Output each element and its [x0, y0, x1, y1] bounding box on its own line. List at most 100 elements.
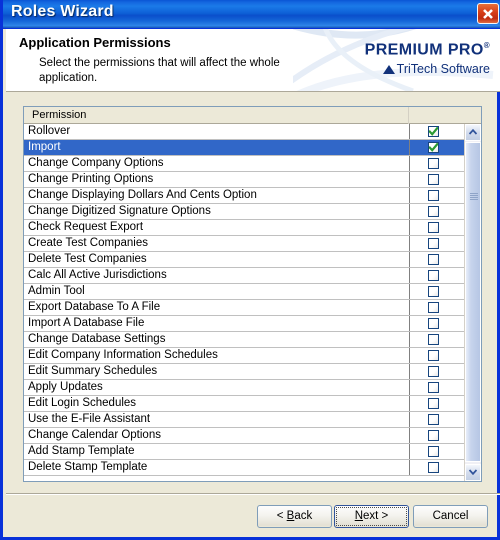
table-row[interactable]: Export Database To A File	[24, 300, 465, 316]
permission-checkbox-cell[interactable]	[410, 220, 465, 235]
grid-header-row: Permission	[24, 107, 481, 124]
page-subtitle: Select the permissions that will affect …	[39, 57, 280, 84]
table-row[interactable]: Edit Login Schedules	[24, 396, 465, 412]
wizard-header: PREMIUM PRO® TriTech Software Applicatio…	[6, 29, 500, 91]
permission-checkbox-cell[interactable]	[410, 380, 465, 395]
permission-checkbox[interactable]	[428, 318, 439, 329]
permission-checkbox[interactable]	[428, 398, 439, 409]
permission-checkbox[interactable]	[428, 462, 439, 473]
permission-checkbox-cell[interactable]	[410, 412, 465, 427]
permission-checkbox[interactable]	[428, 286, 439, 297]
permission-checkbox[interactable]	[428, 190, 439, 201]
permission-checkbox-cell[interactable]	[410, 460, 465, 475]
permission-checkbox-cell[interactable]	[410, 140, 465, 155]
brand-logo: PREMIUM PRO® TriTech Software	[293, 29, 500, 91]
table-row[interactable]: Change Displaying Dollars And Cents Opti…	[24, 188, 465, 204]
permission-name: Change Displaying Dollars And Cents Opti…	[28, 189, 257, 201]
permission-name: Use the E-File Assistant	[28, 413, 151, 425]
permission-checkbox[interactable]	[428, 254, 439, 265]
permission-checkbox[interactable]	[428, 222, 439, 233]
table-row[interactable]: Delete Test Companies	[24, 252, 465, 268]
table-row[interactable]: Calc All Active Jurisdictions	[24, 268, 465, 284]
table-row[interactable]: Rollover	[24, 124, 465, 140]
table-row[interactable]: Add Stamp Template	[24, 444, 465, 460]
permission-name: Change Printing Options	[28, 173, 154, 185]
permission-checkbox[interactable]	[428, 414, 439, 425]
permission-name: Apply Updates	[28, 381, 103, 393]
column-header-permission[interactable]: Permission	[24, 107, 409, 124]
table-row[interactable]: Import	[24, 140, 465, 156]
scrollbar-thumb[interactable]	[465, 142, 481, 462]
grid-body: Rollover Import Change Company Options Chan…	[24, 124, 465, 481]
permission-checkbox-cell[interactable]	[410, 284, 465, 299]
permission-checkbox-cell[interactable]	[410, 156, 465, 171]
close-x-icon	[483, 9, 493, 19]
permission-checkbox[interactable]	[428, 158, 439, 169]
permission-name: Check Request Export	[28, 221, 144, 233]
permission-name: Rollover	[28, 125, 71, 137]
permission-checkbox[interactable]	[428, 238, 439, 249]
permission-checkbox[interactable]	[428, 206, 439, 217]
column-header-checkbox[interactable]	[409, 107, 481, 124]
logo-tagline-text: TriTech Software	[396, 62, 490, 76]
scroll-up-button[interactable]	[465, 124, 481, 141]
roles-wizard-window: Roles Wizard PREMIUM PRO® TriTech Softwa…	[0, 0, 500, 540]
permission-checkbox-cell[interactable]	[410, 332, 465, 347]
cancel-button[interactable]: Cancel	[413, 505, 488, 528]
header-divider	[6, 91, 500, 92]
table-row[interactable]: Import A Database File	[24, 316, 465, 332]
permission-checkbox-cell[interactable]	[410, 396, 465, 411]
permission-checkbox-cell[interactable]	[410, 188, 465, 203]
permission-checkbox[interactable]	[428, 430, 439, 441]
permission-checkbox-cell[interactable]	[410, 364, 465, 379]
close-button[interactable]	[477, 3, 499, 24]
permission-checkbox[interactable]	[428, 270, 439, 281]
table-row[interactable]: Use the E-File Assistant	[24, 412, 465, 428]
triangle-up-icon	[382, 65, 395, 74]
permission-checkbox-cell[interactable]	[410, 236, 465, 251]
table-row[interactable]: Change Company Options	[24, 156, 465, 172]
permission-checkbox[interactable]	[428, 302, 439, 313]
permission-checkbox[interactable]	[428, 350, 439, 361]
permission-checkbox[interactable]	[428, 174, 439, 185]
table-row[interactable]: Change Digitized Signature Options	[24, 204, 465, 220]
table-row[interactable]: Admin Tool	[24, 284, 465, 300]
table-row[interactable]: Apply Updates	[24, 380, 465, 396]
permission-checkbox-cell[interactable]	[410, 204, 465, 219]
permission-checkbox-cell[interactable]	[410, 172, 465, 187]
grid-vertical-scrollbar[interactable]	[464, 124, 481, 481]
permission-name: Create Test Companies	[28, 237, 148, 249]
permission-checkbox-cell[interactable]	[410, 252, 465, 267]
permission-name: Delete Stamp Template	[28, 461, 148, 473]
permission-checkbox-cell[interactable]	[410, 124, 465, 139]
permission-checkbox[interactable]	[428, 334, 439, 345]
permission-checkbox-cell[interactable]	[410, 268, 465, 283]
table-row[interactable]: Edit Summary Schedules	[24, 364, 465, 380]
swoosh-decoration-icon	[293, 29, 494, 91]
permission-checkbox-cell[interactable]	[410, 300, 465, 315]
permission-checkbox[interactable]	[428, 126, 439, 137]
permission-name: Edit Login Schedules	[28, 397, 137, 409]
permission-checkbox[interactable]	[428, 366, 439, 377]
permission-checkbox[interactable]	[428, 142, 439, 153]
permission-checkbox-cell[interactable]	[410, 444, 465, 459]
permission-checkbox[interactable]	[428, 382, 439, 393]
table-row[interactable]: Change Calendar Options	[24, 428, 465, 444]
back-button[interactable]: < Back	[257, 505, 332, 528]
scroll-down-button[interactable]	[465, 464, 481, 481]
table-row[interactable]: Create Test Companies	[24, 236, 465, 252]
next-button[interactable]: Next >	[334, 505, 409, 528]
checkmark-icon	[429, 127, 438, 136]
window-titlebar: Roles Wizard	[3, 0, 500, 29]
table-row[interactable]: Change Printing Options	[24, 172, 465, 188]
back-button-label: < Back	[276, 510, 313, 522]
permission-name: Import A Database File	[28, 317, 145, 329]
table-row[interactable]: Delete Stamp Template	[24, 460, 465, 476]
table-row[interactable]: Check Request Export	[24, 220, 465, 236]
table-row[interactable]: Change Database Settings	[24, 332, 465, 348]
permission-checkbox-cell[interactable]	[410, 348, 465, 363]
permission-checkbox-cell[interactable]	[410, 316, 465, 331]
permission-checkbox-cell[interactable]	[410, 428, 465, 443]
permission-checkbox[interactable]	[428, 446, 439, 457]
table-row[interactable]: Edit Company Information Schedules	[24, 348, 465, 364]
